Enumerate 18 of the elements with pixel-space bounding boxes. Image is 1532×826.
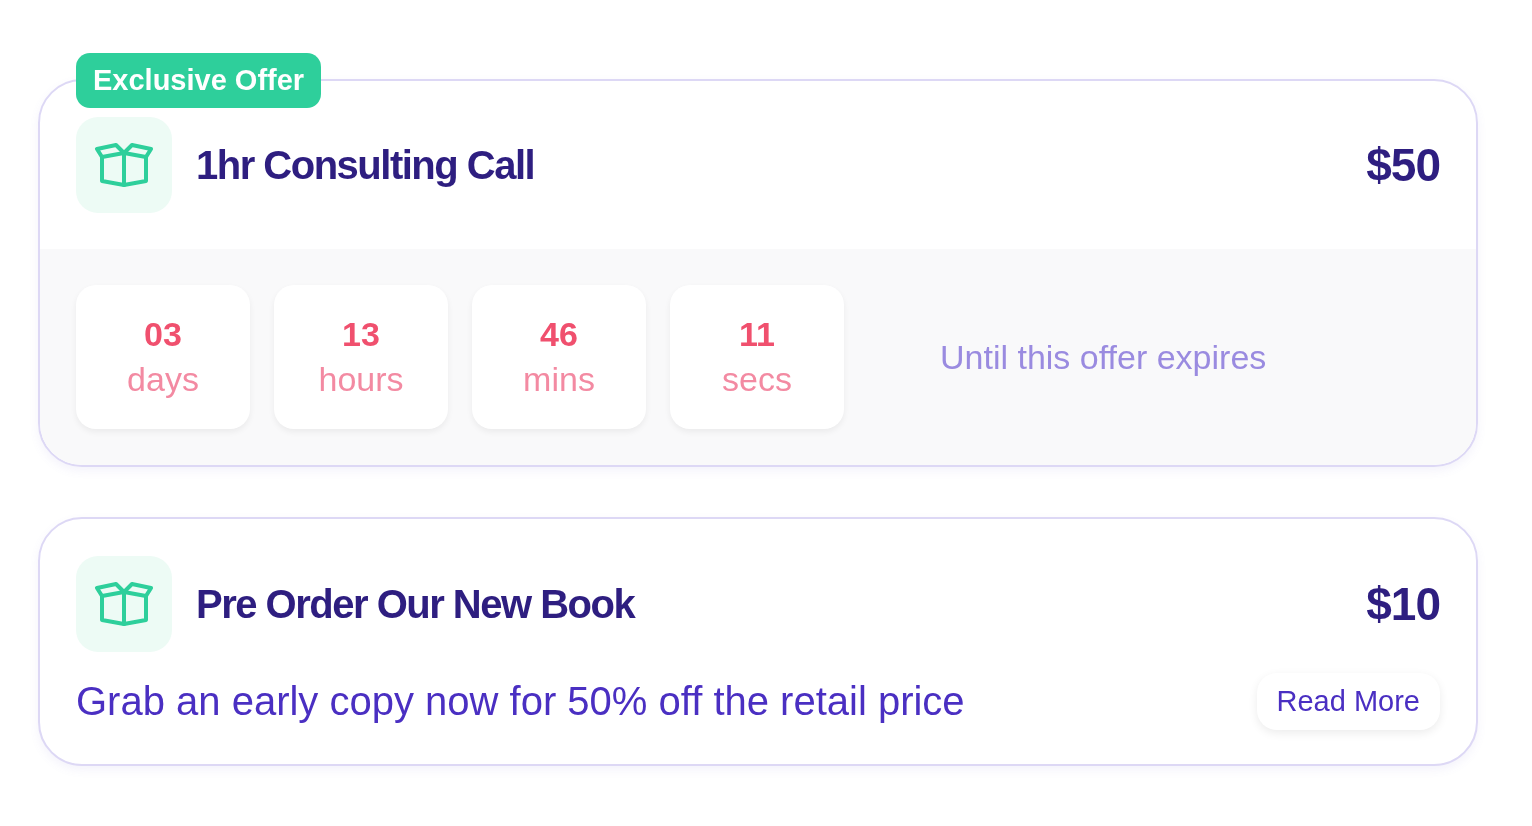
countdown-unit: mins [523,359,595,400]
countdown-value: 11 [739,314,775,355]
box-icon [76,556,172,652]
expiry-note: Until this offer expires [940,337,1267,377]
countdown-unit: secs [722,359,792,400]
offer-badge: Exclusive Offer [76,53,322,108]
offer-title: 1hr Consulting Call [196,142,535,188]
offer-price: $50 [1366,138,1440,192]
offer-price: $10 [1366,577,1440,631]
countdown-value: 13 [342,314,380,355]
read-more-button[interactable]: Read More [1256,673,1440,730]
offer-title: Pre Order Our New Book [196,581,635,627]
box-icon [76,117,172,213]
countdown-unit: days [127,359,199,400]
countdown-value: 03 [144,314,182,355]
offer-description: Grab an early copy now for 50% off the retail price [76,679,965,724]
countdown-unit: hours [318,359,404,400]
countdown-value: 46 [540,314,578,355]
